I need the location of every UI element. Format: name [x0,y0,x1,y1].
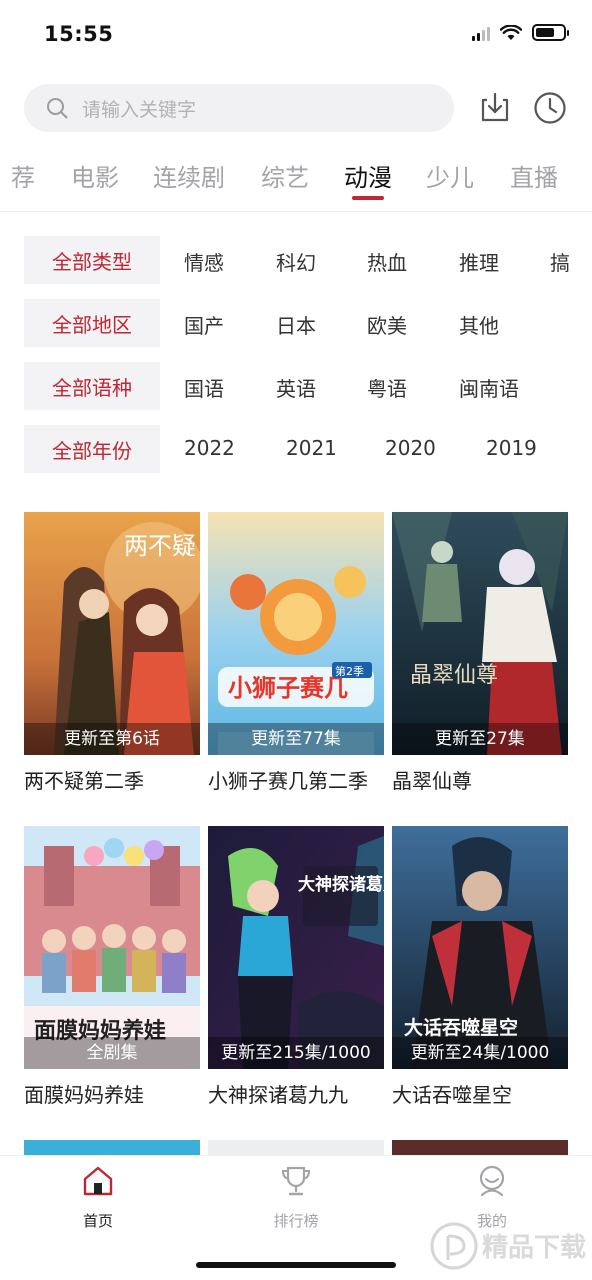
filter-option[interactable]: 粤语 [367,373,407,402]
update-status: 更新至第6话 [24,723,200,755]
video-card-peek[interactable] [392,1140,568,1156]
filter-option[interactable]: 2019 [486,436,537,460]
poster-title-text: 小狮子赛几 [228,674,348,702]
watermark-text: 精品下载 [482,1233,586,1263]
battery-icon [532,24,569,41]
active-tab-indicator [352,196,384,200]
search-row: 请输入关键字 [24,84,572,132]
filter-option[interactable]: 其他 [459,310,499,339]
video-card-peek[interactable] [24,1140,200,1156]
filter-option[interactable]: 搞 [550,247,570,276]
filter-option[interactable]: 国产 [184,310,224,339]
watermark-logo: 精品下载 [430,1222,586,1270]
video-card[interactable]: 大话吞噬星空 更新至24集/1000 大话吞噬星空 [392,826,568,1108]
tab-recommend[interactable]: 荐 [11,158,35,193]
search-placeholder: 请输入关键字 [82,98,197,121]
poster-image: 大话吞噬星空 更新至24集/1000 [392,826,568,1069]
wifi-icon [500,24,522,40]
category-tabs: 荐 电影 连续剧 综艺 动漫 少儿 直播 [0,150,592,210]
download-button[interactable] [478,91,512,125]
update-status: 更新至27集 [392,723,568,755]
filter-chip-region[interactable]: 全部地区 [24,299,160,347]
poster-title-text: 两不疑 [124,532,196,560]
video-card[interactable]: 面膜妈妈养娃 全剧集 面膜妈妈养娃 [24,826,200,1108]
filter-chip-type[interactable]: 全部类型 [24,236,160,284]
poster-badge-text: 第2季 [335,664,364,678]
history-button[interactable] [533,91,567,125]
filter-chip-language[interactable]: 全部语种 [24,362,160,410]
update-status: 更新至215集/1000 [208,1037,384,1069]
tab-anime[interactable]: 动漫 [344,158,392,193]
nav-label: 排行榜 [273,1212,319,1230]
filter-chip-year[interactable]: 全部年份 [24,425,160,473]
poster-image: 小狮子赛几 第2季 更新至77集 [208,512,384,755]
poster-image: 两不疑 更新至第6话 [24,512,200,755]
filter-option[interactable]: 热血 [367,247,407,276]
filter-option[interactable]: 推理 [459,247,499,276]
filter-option[interactable]: 欧美 [367,310,407,339]
trophy-icon [281,1166,311,1196]
status-time: 15:55 [44,22,114,46]
filter-option[interactable]: 科幻 [276,247,316,276]
card-title: 大话吞噬星空 [392,1083,512,1107]
card-title: 小狮子赛几第二季 [208,769,368,793]
filter-option[interactable]: 情感 [184,247,224,276]
divider [0,211,592,212]
profile-icon [479,1165,505,1197]
video-card[interactable]: 大神探诸葛九九 更新至215集/1000 大神探诸葛九九 [208,826,384,1108]
nav-label: 首页 [82,1212,113,1230]
filter-row-year: 全部年份 2022 2021 2020 2019 [24,425,592,473]
filter-option[interactable]: 2020 [385,436,436,460]
card-title: 面膜妈妈养娃 [24,1083,144,1107]
search-input[interactable]: 请输入关键字 [24,84,454,132]
poster-image: 大神探诸葛九九 更新至215集/1000 [208,826,384,1069]
filter-option[interactable]: 闽南语 [459,373,519,402]
poster-image: 面膜妈妈养娃 全剧集 [24,826,200,1069]
tab-kids[interactable]: 少儿 [426,158,474,193]
download-icon [481,92,509,122]
nav-home[interactable]: 首页 [58,1164,138,1231]
video-card[interactable]: 晶翠仙尊 更新至27集 晶翠仙尊 [392,512,568,794]
home-icon [83,1166,113,1196]
search-icon [47,98,68,119]
tab-series[interactable]: 连续剧 [153,158,225,193]
poster-title-text: 晶翠仙尊 [410,663,498,688]
filter-option[interactable]: 英语 [276,373,316,402]
video-card-peek[interactable] [208,1140,384,1156]
filter-option[interactable]: 2022 [184,436,235,460]
update-status: 更新至77集 [208,723,384,755]
card-title: 两不疑第二季 [24,769,144,793]
video-card[interactable]: 小狮子赛几 第2季 更新至77集 小狮子赛几第二季 [208,512,384,794]
update-status: 全剧集 [24,1037,200,1069]
poster-image: 晶翠仙尊 更新至27集 [392,512,568,755]
clock-icon [534,92,566,124]
cellular-signal-icon [472,25,490,41]
tab-movies[interactable]: 电影 [71,158,119,193]
filter-row-language: 全部语种 国语 英语 粤语 闽南语 [24,362,592,410]
tab-live[interactable]: 直播 [510,158,558,193]
status-bar: 15:55 [0,0,592,70]
filter-option[interactable]: 国语 [184,373,224,402]
filter-row-type: 全部类型 情感 科幻 热血 推理 搞 [24,236,592,284]
home-indicator [196,1262,396,1268]
poster-title-text: 大话吞噬星空 [404,1016,518,1039]
update-status: 更新至24集/1000 [392,1037,568,1069]
filter-row-region: 全部地区 国产 日本 欧美 其他 [24,299,592,347]
filter-option[interactable]: 2021 [286,436,337,460]
tab-variety[interactable]: 综艺 [261,158,309,193]
nav-ranking[interactable]: 排行榜 [256,1164,336,1231]
card-title: 晶翠仙尊 [392,769,472,793]
poster-title-text: 大神探诸葛九九 [298,874,384,895]
filter-option[interactable]: 日本 [276,310,316,339]
card-title: 大神探诸葛九九 [208,1083,348,1107]
video-card[interactable]: 两不疑 更新至第6话 两不疑第二季 [24,512,200,794]
status-icons [472,24,569,41]
